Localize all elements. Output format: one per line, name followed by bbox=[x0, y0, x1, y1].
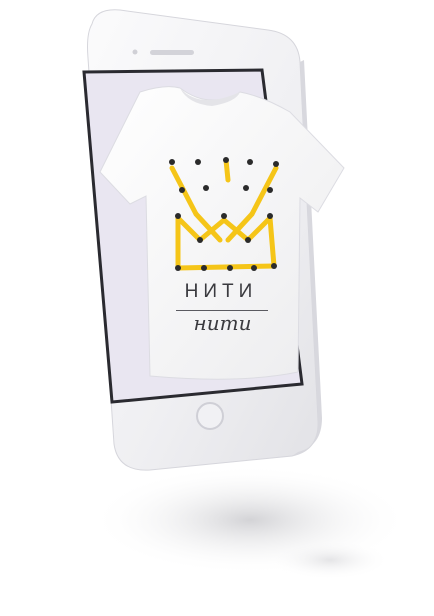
phone-speaker-icon bbox=[150, 50, 194, 55]
front-camera-icon bbox=[132, 49, 138, 55]
crown-dot bbox=[195, 159, 201, 165]
crown-dot bbox=[201, 265, 207, 271]
crown-dot bbox=[273, 161, 279, 167]
crown-dot bbox=[197, 237, 203, 243]
crown-dot bbox=[179, 187, 185, 193]
crown-dot bbox=[169, 159, 175, 165]
crown-dot bbox=[175, 265, 181, 271]
crown-dot bbox=[251, 265, 257, 271]
home-button-icon[interactable] bbox=[196, 402, 224, 430]
product-mockup: НИТИ нити bbox=[0, 0, 434, 616]
brand-name-bottom: нити bbox=[193, 311, 252, 335]
crown-dot bbox=[247, 159, 253, 165]
crown-dot bbox=[203, 185, 209, 191]
crown-dot bbox=[245, 237, 251, 243]
crown-dot bbox=[267, 187, 273, 193]
crown-dot bbox=[221, 213, 227, 219]
crown-stroke bbox=[223, 157, 231, 183]
crown-dot bbox=[227, 265, 233, 271]
crown-stroke bbox=[175, 263, 277, 271]
crown-dot bbox=[243, 185, 249, 191]
crown-dot bbox=[267, 213, 273, 219]
brand-name-top: НИТИ bbox=[184, 281, 258, 302]
mockup-art bbox=[82, 9, 410, 580]
crown-dot bbox=[175, 213, 181, 219]
crown-dot bbox=[223, 157, 229, 163]
crown-dot bbox=[271, 263, 277, 269]
